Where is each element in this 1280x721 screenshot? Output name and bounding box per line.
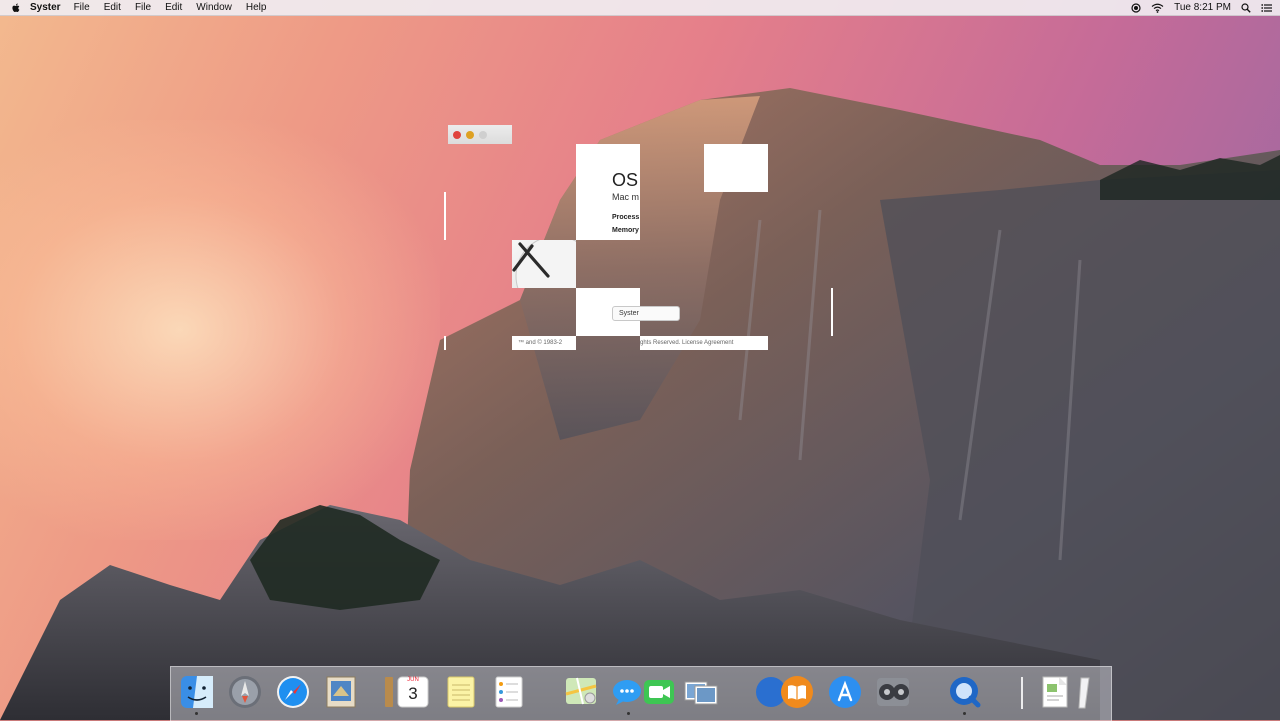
about-window-info-panel: OS Mac m Process Memory <box>576 144 640 240</box>
menu-bar: Syster File Edit File Edit Window Help T… <box>0 0 1280 16</box>
processor-label: Process <box>612 214 640 221</box>
memory-label: Memory <box>612 227 639 234</box>
calendar-day: 3 <box>408 684 418 703</box>
status-area: Tue 8:21 PM <box>1131 0 1272 15</box>
license-text: ghts Reserved. License Agreement <box>640 336 768 350</box>
copyright-text: ™ and © 1983-2 <box>512 336 576 350</box>
system-report-button[interactable]: Syster <box>612 306 680 321</box>
record-icon[interactable] <box>1131 2 1141 13</box>
wifi-icon[interactable] <box>1151 3 1164 13</box>
quicktime-icon[interactable] <box>947 674 983 715</box>
os-name-title: OS <box>612 170 639 190</box>
mail-icon[interactable] <box>323 674 359 710</box>
zoom-button[interactable] <box>479 131 487 139</box>
copyright-text-left: ™ and © 1983-2 <box>518 340 563 346</box>
about-window-button-panel: Syster <box>576 288 680 336</box>
preview-icon[interactable] <box>1037 674 1073 710</box>
desktop-wallpaper <box>0 0 1280 720</box>
about-window-fragment <box>704 144 768 192</box>
notes-icon[interactable] <box>443 674 479 710</box>
window-edge-fragment <box>444 336 446 350</box>
launchpad-icon[interactable] <box>227 674 263 710</box>
ibooks-icon[interactable] <box>779 674 815 710</box>
close-button[interactable] <box>453 131 461 139</box>
osx-logo-icon <box>512 240 576 288</box>
about-window-titlebar[interactable] <box>448 125 512 144</box>
menu-file-2[interactable]: File <box>135 2 151 13</box>
dock: JUN 3 <box>170 666 1112 721</box>
facetime-icon[interactable] <box>641 674 677 710</box>
menu-edit-2[interactable]: Edit <box>165 2 182 13</box>
menu-edit[interactable]: Edit <box>104 2 121 13</box>
menu-file[interactable]: File <box>74 2 90 13</box>
calendar-month: JUN <box>407 677 419 683</box>
spotlight-icon[interactable] <box>1241 2 1251 13</box>
reminders-icon[interactable] <box>491 674 527 710</box>
menu-app-name[interactable]: Syster <box>30 2 61 13</box>
license-agreement-link[interactable]: ghts Reserved. License Agreement <box>640 340 733 346</box>
window-edge-fragment <box>444 192 446 240</box>
menu-window[interactable]: Window <box>196 2 232 13</box>
dock-divider <box>1021 677 1023 709</box>
finder-icon[interactable] <box>179 674 215 715</box>
safari-icon[interactable] <box>275 674 311 710</box>
window-edge-fragment <box>831 288 833 336</box>
calendar-icon[interactable]: JUN 3 <box>395 674 431 710</box>
notification-center-icon[interactable] <box>1261 3 1272 13</box>
photos-icon[interactable] <box>683 674 719 710</box>
app-store-icon[interactable] <box>827 674 863 710</box>
mac-model-text: Mac m <box>612 192 639 202</box>
minimize-button[interactable] <box>466 131 474 139</box>
trash-icon[interactable] <box>1073 674 1097 710</box>
apple-icon[interactable] <box>10 2 22 14</box>
maps-icon[interactable] <box>563 674 599 710</box>
system-preferences-icon[interactable] <box>875 674 911 710</box>
menu-help[interactable]: Help <box>246 2 267 13</box>
menubar-clock[interactable]: Tue 8:21 PM <box>1174 2 1231 13</box>
